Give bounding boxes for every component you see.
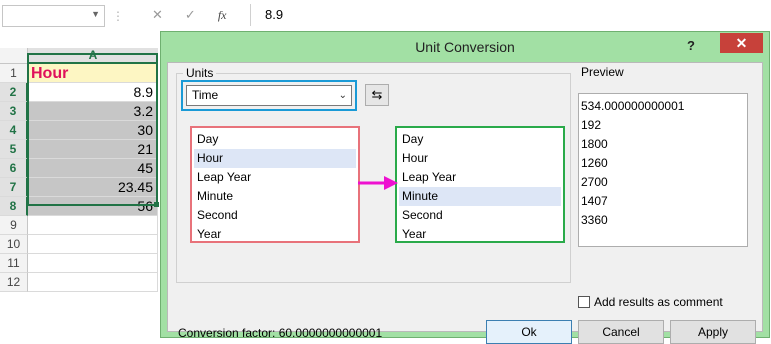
- row-header[interactable]: 12: [0, 273, 28, 292]
- chevron-down-icon[interactable]: ▼: [91, 9, 100, 19]
- to-unit-list-item[interactable]: Day: [399, 130, 561, 149]
- value-cell[interactable]: 23.45: [28, 178, 158, 197]
- preview-value: 3360: [581, 213, 608, 227]
- to-unit-list[interactable]: Day Hour Leap Year Minute Second Year: [395, 126, 565, 243]
- preview-label: Preview: [578, 65, 627, 79]
- from-unit-list-item[interactable]: Day: [194, 130, 356, 149]
- value-cell[interactable]: 21: [28, 140, 158, 159]
- category-value: Time: [192, 88, 219, 102]
- row-header[interactable]: 5: [0, 140, 28, 159]
- select-all-corner[interactable]: [0, 48, 28, 64]
- swap-icon: ⇆: [371, 87, 383, 102]
- dialog-body: Units Time ⌄ ⇆ Day Hour Leap Year Minute Sec…: [167, 62, 763, 344]
- formula-bar-buttons: ✕ ✓ fx: [140, 4, 250, 26]
- formula-bar-separator: ⋮: [112, 9, 125, 23]
- from-unit-list-item[interactable]: Hour: [194, 149, 356, 168]
- preview-value: 534.000000000001: [581, 99, 685, 113]
- value-cell[interactable]: 30: [28, 121, 158, 140]
- name-box[interactable]: ▼: [2, 5, 105, 27]
- category-select[interactable]: Time ⌄: [186, 85, 352, 106]
- row-header[interactable]: 9: [0, 216, 28, 235]
- empty-cell[interactable]: [28, 254, 158, 273]
- ok-button[interactable]: Ok: [486, 320, 572, 344]
- fill-handle[interactable]: [154, 202, 159, 207]
- unit-conversion-dialog: Unit Conversion ? ✕ Units Time ⌄ ⇆ Day Ho…: [160, 31, 770, 344]
- empty-cell[interactable]: [28, 235, 158, 254]
- to-unit-list-item[interactable]: Year: [399, 225, 561, 244]
- from-unit-list[interactable]: Day Hour Leap Year Minute Second Year: [190, 126, 360, 243]
- help-button[interactable]: ?: [683, 38, 699, 54]
- add-comment-checkbox[interactable]: [578, 296, 590, 308]
- magenta-arrow-icon: [358, 176, 398, 190]
- add-comment-option[interactable]: Add results as comment: [578, 295, 723, 309]
- row-header[interactable]: 4: [0, 121, 28, 140]
- empty-cell[interactable]: [28, 273, 158, 292]
- confirm-formula-icon[interactable]: ✓: [185, 7, 196, 23]
- empty-cell[interactable]: [28, 216, 158, 235]
- add-comment-label: Add results as comment: [594, 295, 723, 309]
- preview-value: 192: [581, 118, 602, 132]
- preview-list[interactable]: 534.000000000001 192 1800 1260 2700 1407 3360: [578, 93, 748, 247]
- from-unit-list-item[interactable]: Year: [194, 225, 356, 244]
- apply-button[interactable]: Apply: [670, 320, 756, 344]
- value-cell[interactable]: 8.9: [28, 83, 158, 102]
- row-header[interactable]: 11: [0, 254, 28, 273]
- dialog-title: Unit Conversion: [415, 39, 515, 55]
- value-cell[interactable]: 45: [28, 159, 158, 178]
- formula-input[interactable]: 8.9: [250, 4, 771, 26]
- row-header[interactable]: 1: [0, 64, 28, 83]
- row-header[interactable]: 7: [0, 178, 28, 197]
- preview-value: 1260: [581, 156, 608, 170]
- to-unit-list-item[interactable]: Leap Year: [399, 168, 561, 187]
- close-button[interactable]: ✕: [720, 33, 763, 53]
- preview-value: 1800: [581, 137, 608, 151]
- chevron-down-icon[interactable]: ⌄: [339, 86, 347, 105]
- insert-function-icon[interactable]: fx: [218, 8, 227, 23]
- from-unit-list-item[interactable]: Minute: [194, 187, 356, 206]
- row-header[interactable]: 6: [0, 159, 28, 178]
- from-unit-list-item[interactable]: Second: [194, 206, 356, 225]
- from-unit-list-item[interactable]: Leap Year: [194, 168, 356, 187]
- to-unit-list-item[interactable]: Second: [399, 206, 561, 225]
- value-cell[interactable]: 56: [28, 197, 158, 216]
- row-header[interactable]: 10: [0, 235, 28, 254]
- row-header[interactable]: 3: [0, 102, 28, 121]
- row-header[interactable]: 8: [0, 197, 28, 216]
- preview-value: 2700: [581, 175, 608, 189]
- units-label: Units: [183, 66, 217, 80]
- row-header[interactable]: 2: [0, 83, 28, 102]
- preview-value: 1407: [581, 194, 608, 208]
- column-header-a[interactable]: A: [28, 48, 158, 64]
- preview-group: Preview 534.000000000001 192 1800 1260 2700 1…: [578, 65, 758, 283]
- value-cell[interactable]: 3.2: [28, 102, 158, 121]
- cancel-formula-icon[interactable]: ✕: [152, 7, 163, 23]
- to-unit-list-item[interactable]: Hour: [399, 149, 561, 168]
- swap-units-button[interactable]: ⇆: [365, 84, 389, 106]
- header-cell[interactable]: Hour: [28, 64, 158, 83]
- category-select-highlight: Time ⌄: [181, 80, 357, 111]
- spreadsheet-grid: A 1 Hour 2 8.9 3 3.2 4 30 5 21 6 45 7 23.45 8 56 9 10 11 12: [0, 48, 170, 338]
- to-unit-list-item[interactable]: Minute: [399, 187, 561, 206]
- cancel-button[interactable]: Cancel: [578, 320, 664, 344]
